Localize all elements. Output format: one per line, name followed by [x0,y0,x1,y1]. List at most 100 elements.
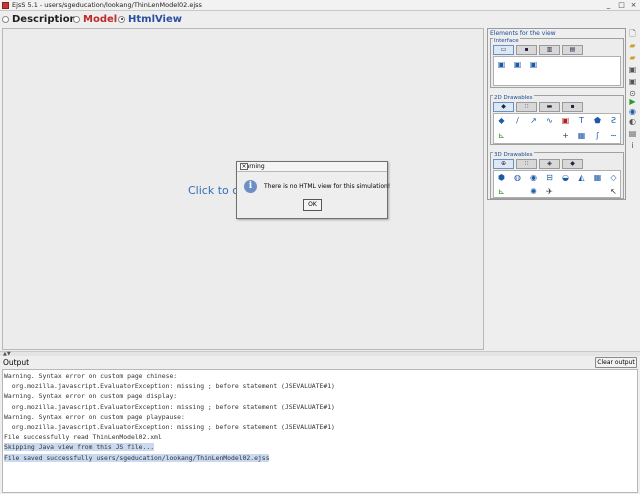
tab-2d-images-icon[interactable]: ▪ [562,102,583,112]
tab-3d-grid-icon[interactable]: ∷ [516,159,537,169]
mode-model-label: Model [83,13,118,25]
panel-element-icon[interactable]: ▣ [497,60,506,69]
clear-output-button[interactable]: Clear output [595,357,637,368]
tab-2d-grid-icon[interactable]: ∷ [516,102,537,112]
dialog-close-icon[interactable]: × [240,163,248,170]
package-icon[interactable]: ◉ [628,107,637,116]
elements-panel-header: Elements for the view [490,30,556,37]
options-icon[interactable]: ▤ [628,129,637,138]
interface-palette: ▣ ▣ ▣ [493,56,621,86]
point-3d-icon[interactable]: ✺ [529,187,538,196]
panel-wrapped-icon[interactable]: ▣ [513,60,522,69]
interface-tabs: ▭ ▪ ▥ ▤ [493,45,585,55]
drawables-3d-tabs: ⊕ ∷ ◈ ◆ [493,159,585,169]
run-icon[interactable]: ▶ [628,97,637,106]
segment-2d-icon[interactable]: / [513,116,522,125]
ellipsoid-3d-icon[interactable]: ◉ [529,173,538,182]
mode-model[interactable]: Model [73,13,117,25]
radio-htmlview[interactable] [118,15,125,23]
spring-2d-icon[interactable]: ∿ [545,116,554,125]
mode-description-label: Description [12,13,77,25]
tab-panel-icon[interactable]: ▪ [516,45,537,55]
drawables-3d-label: 3D Drawables [493,152,534,158]
cylinder-3d-icon[interactable]: ⊟ [545,173,554,182]
output-label: Output [3,358,30,367]
open-folder-icon[interactable]: ▰ [628,41,637,50]
mode-description[interactable]: Description [2,13,77,25]
curve-2d-icon[interactable]: ∼ [609,131,618,140]
output-line: org.mozilla.javascript.EvaluatorExceptio… [4,402,335,411]
arrow-2d-icon[interactable]: ↗ [529,116,538,125]
tab-view-icon[interactable]: ▭ [493,45,514,55]
drawables-2d-group: 2D Drawables ◆ ∷ ▬ ▪ ◆ / ↗ ∿ ▣ T ⬟ Ƨ ⊾ +… [490,95,624,145]
output-header: Output Clear output [0,357,640,369]
tab-3d-shapes-icon[interactable]: ⊕ [493,159,514,169]
mode-selector: Description Model HtmlView [0,12,480,26]
mode-htmlview[interactable]: HtmlView [118,13,182,25]
output-console[interactable]: Warning. Syntax error on custom page chi… [2,369,638,493]
dialog-titlebar: Warning × [237,162,387,172]
drawables-2d-palette: ◆ / ↗ ∿ ▣ T ⬟ Ƨ ⊾ + ▦ ʃ ∼ [493,113,621,144]
dialog-message: There is no HTML view for this simulatio… [264,183,391,190]
minimize-button[interactable]: _ [604,1,613,9]
tab-3d-fields-icon[interactable]: ◈ [539,159,560,169]
info-icon: i [244,180,257,193]
function-2d-icon[interactable]: ʃ [593,131,602,140]
mode-htmlview-label: HtmlView [128,13,183,25]
interface-group-label: Interface [493,38,520,44]
plane-3d-icon[interactable]: ◇ [609,173,618,182]
disk-3d-icon[interactable]: ◒ [561,173,570,182]
save-icon[interactable]: ▣ [628,65,637,74]
tab-chart-icon[interactable]: ▥ [539,45,560,55]
radio-description[interactable] [2,15,9,23]
object-3d-icon[interactable]: ✈ [545,187,554,196]
tab-3d-extra-icon[interactable]: ◆ [562,159,583,169]
window-titlebar: EjsS 5.1 - users/sgeducation/lookang/Thi… [0,0,640,11]
box-3d-icon[interactable]: ▦ [593,173,602,182]
drawables-2d-label: 2D Drawables [493,95,534,101]
output-line: org.mozilla.javascript.EvaluatorExceptio… [4,382,335,391]
cursor-2d-icon[interactable]: + [561,131,570,140]
save-as-icon[interactable]: ▣ [628,77,637,86]
grid-2d-icon[interactable]: ▦ [577,131,586,140]
open-recent-icon[interactable]: ▰ [628,53,637,62]
radio-model[interactable] [73,15,80,23]
trail-2d-icon[interactable]: Ƨ [609,116,618,125]
tab-2d-fields-icon[interactable]: ▬ [539,102,560,112]
arrow-3d-icon[interactable]: ↖ [609,187,618,196]
drawables-3d-palette: ⬢ ◍ ◉ ⊟ ◒ ◭ ▦ ◇ ⊾ ✺ ✈ ↖ [493,170,621,198]
axes-3d-icon[interactable]: ⊾ [497,187,506,196]
tab-table-icon[interactable]: ▤ [562,45,583,55]
text-2d-icon[interactable]: T [577,116,586,125]
cube-3d-icon[interactable]: ⬢ [497,173,506,182]
tab-2d-shapes-icon[interactable]: ◆ [493,102,514,112]
shape-2d-icon[interactable]: ◆ [497,116,506,125]
image-2d-icon[interactable]: ▣ [561,116,570,125]
maximize-button[interactable]: □ [617,1,626,9]
window-title: EjsS 5.1 - users/sgeducation/lookang/Thi… [12,1,202,9]
translate-icon[interactable]: ◐ [628,117,637,126]
close-window-button[interactable]: × [629,1,638,9]
output-line: Warning. Syntax error on custom page pla… [4,412,185,421]
output-line: Warning. Syntax error on custom page chi… [4,372,178,380]
drawables-3d-group: 3D Drawables ⊕ ∷ ◈ ◆ ⬢ ◍ ◉ ⊟ ◒ ◭ ▦ ◇ ⊾ ✺… [490,152,624,199]
ejs-app-icon [2,2,9,9]
new-file-icon[interactable]: 🗋 [628,29,637,38]
output-line: org.mozilla.javascript.EvaluatorExceptio… [4,422,335,431]
panel-framed-icon[interactable]: ▣ [529,60,538,69]
output-line-highlighted: File saved successfully users/sgeducatio… [4,453,270,462]
interface-group: Interface ▭ ▪ ▥ ▤ ▣ ▣ ▣ [490,38,624,88]
polygon-2d-icon[interactable]: ⬟ [593,116,602,125]
ok-button[interactable]: OK [303,199,322,211]
sphere-3d-icon[interactable]: ◍ [513,173,522,182]
output-line: File successfully read ThinLenModel02.xm… [4,433,162,442]
info-icon[interactable]: i [628,141,637,150]
right-toolbar: 🗋 ▰ ▰ ▣ ▣ ⊙ ▶ ◉ ◐ ▤ i [627,28,639,153]
output-line: Warning. Syntax error on custom page dis… [4,392,178,401]
elements-panel: Elements for the view Interface ▭ ▪ ▥ ▤ … [487,28,626,200]
output-line-highlighted: Skipping Java view from this JS file... [4,443,155,452]
axes-2d-icon[interactable]: ⊾ [497,131,506,140]
drawables-2d-tabs: ◆ ∷ ▬ ▪ [493,102,585,112]
splitter[interactable]: ▲▼ [0,351,640,357]
pyramid-3d-icon[interactable]: ◭ [577,173,586,182]
